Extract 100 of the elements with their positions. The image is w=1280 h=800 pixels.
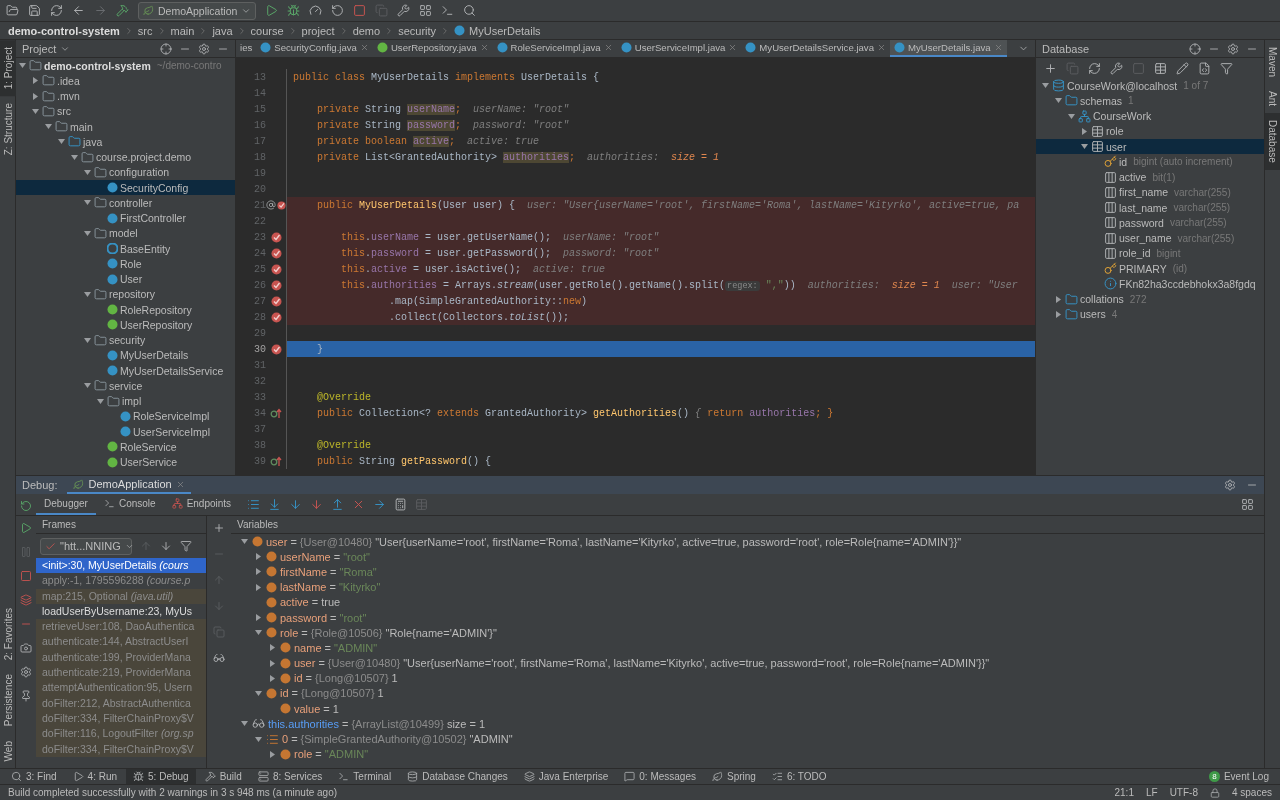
tree-item[interactable]: SecurityConfig <box>16 180 235 196</box>
settings-icon[interactable] <box>198 42 210 55</box>
editor-tab[interactable]: MyUserDetails.java <box>890 40 1007 57</box>
tree-item[interactable]: role <box>1036 123 1264 139</box>
tree-item[interactable]: password varchar(255) <box>1036 215 1264 231</box>
stop-icon[interactable] <box>353 4 367 17</box>
wrench-icon[interactable] <box>1110 61 1123 75</box>
expand-arrow-icon[interactable] <box>254 583 262 591</box>
tool-window-tab[interactable]: Persistence <box>0 667 16 734</box>
expand-arrow-icon[interactable] <box>1054 310 1062 318</box>
tree-item[interactable]: role_id bigint <box>1036 245 1264 261</box>
override-icon[interactable] <box>270 407 282 419</box>
pin-icon[interactable] <box>20 690 32 702</box>
close-icon[interactable] <box>359 43 369 52</box>
step-into-icon[interactable] <box>289 498 303 511</box>
step-out-icon[interactable] <box>331 498 345 511</box>
variable-row[interactable]: lastName = "Kityrko" <box>231 579 1264 595</box>
tool-window-button[interactable]: Spring <box>704 769 763 784</box>
expand-arrow-icon[interactable] <box>254 689 262 697</box>
tree-item[interactable]: configuration <box>16 164 235 180</box>
run-icon[interactable] <box>265 4 279 17</box>
breadcrumb-item[interactable]: MyUserDetails <box>469 24 541 37</box>
breakpoint-icon[interactable] <box>270 311 282 323</box>
status-item[interactable]: UTF-8 <box>1169 787 1198 798</box>
tree-item[interactable]: active bit(1) <box>1036 169 1264 185</box>
breadcrumb-item[interactable]: demo <box>352 24 381 37</box>
variable-row[interactable]: this.authorities = {ArrayList@10499} size = 1 <box>231 716 1264 732</box>
layout-icon[interactable] <box>1241 498 1254 511</box>
wrench-icon[interactable] <box>397 4 411 17</box>
expand-arrow-icon[interactable] <box>268 659 276 667</box>
breadcrumb-item[interactable]: security <box>398 24 437 37</box>
rerun-icon[interactable] <box>20 500 32 512</box>
tree-item[interactable]: Role <box>16 256 235 272</box>
expand-arrow-icon[interactable] <box>254 735 262 743</box>
variable-row[interactable]: value = 1 <box>231 701 1264 717</box>
tree-item[interactable]: MyUserDetailsService <box>16 363 235 379</box>
status-item[interactable]: 4 spaces <box>1231 787 1272 798</box>
close-icon[interactable] <box>175 479 185 489</box>
tree-item[interactable]: BaseEntity <box>16 241 235 257</box>
tree-item[interactable]: RoleRepository <box>16 302 235 318</box>
camera-icon[interactable] <box>20 642 32 654</box>
tool-window-button[interactable]: 4: Run <box>65 769 125 784</box>
tree-item[interactable]: UserRepository <box>16 317 235 333</box>
settings-icon[interactable] <box>20 666 32 678</box>
expand-arrow-icon[interactable] <box>83 229 91 237</box>
locate-icon[interactable] <box>160 42 172 55</box>
tree-item[interactable]: repository <box>16 286 235 302</box>
expand-arrow-icon[interactable] <box>57 138 65 146</box>
expand-arrow-icon[interactable] <box>83 199 91 207</box>
variable-row[interactable]: userName = "root" <box>231 549 1264 565</box>
back-icon[interactable] <box>72 4 85 17</box>
tree-item[interactable]: UserService <box>16 454 235 470</box>
expand-arrow-icon[interactable] <box>240 720 248 728</box>
expand-arrow-icon[interactable] <box>268 674 276 682</box>
variable-row[interactable]: active = true <box>231 594 1264 610</box>
run-configuration-dropdown[interactable]: DemoApplication <box>138 1 257 20</box>
expand-arrow-icon[interactable] <box>1080 143 1088 151</box>
expand-arrow-icon[interactable] <box>1054 97 1062 105</box>
expand-arrow-icon[interactable] <box>268 644 276 652</box>
variable-row[interactable]: password = "root" <box>231 609 1264 626</box>
expand-arrow-icon[interactable] <box>31 92 39 100</box>
expand-arrow-icon[interactable] <box>83 382 91 390</box>
tree-item[interactable]: main <box>16 119 235 135</box>
close-icon[interactable] <box>479 43 489 52</box>
gauge-icon[interactable] <box>309 4 323 17</box>
tool-window-button[interactable]: 3: Find <box>4 769 64 784</box>
status-item[interactable]: 21:1 <box>1114 787 1134 798</box>
editor-tab[interactable]: UserRepository.java <box>372 40 493 57</box>
search-icon[interactable] <box>463 4 477 17</box>
debugger-tab[interactable]: Endpoints <box>163 494 240 515</box>
close-icon[interactable] <box>877 43 886 52</box>
tree-item[interactable]: FirstController <box>16 210 235 226</box>
refresh-icon[interactable] <box>1088 61 1101 75</box>
breadcrumb-item[interactable]: course <box>250 24 284 37</box>
settings-icon[interactable] <box>1227 42 1239 55</box>
expand-arrow-icon[interactable] <box>1041 82 1049 90</box>
debugger-tab[interactable]: Debugger <box>36 494 96 515</box>
tree-item[interactable]: FKn82ha3ccdebhokx3a8fgdq <box>1036 276 1264 292</box>
tool-window-tab[interactable]: 2: Favorites <box>0 601 16 668</box>
expand-arrow-icon[interactable] <box>18 62 26 70</box>
step-over-icon[interactable] <box>268 498 282 511</box>
refresh-icon[interactable] <box>50 4 63 17</box>
run-to-cursor-icon[interactable] <box>373 498 387 511</box>
tool-window-button[interactable]: 5: Debug <box>126 769 196 784</box>
thread-dropdown[interactable]: "htt...NNING <box>40 537 132 555</box>
tool-window-button[interactable]: Build <box>197 769 249 784</box>
tool-window-tab[interactable]: Maven <box>1264 40 1280 84</box>
tree-item[interactable]: User <box>16 271 235 287</box>
expand-arrow-icon[interactable] <box>83 168 91 176</box>
debugger-tab[interactable]: Console <box>95 494 164 515</box>
breadcrumb-item[interactable]: demo-control-system <box>8 24 120 37</box>
expand-arrow-icon[interactable] <box>70 153 78 161</box>
editor-tab[interactable]: ies <box>236 40 257 57</box>
stop-icon[interactable] <box>20 570 32 582</box>
tool-window-button[interactable]: 0: Messages <box>617 769 703 784</box>
terminal-icon[interactable] <box>441 4 455 17</box>
close-icon[interactable] <box>728 43 738 52</box>
tree-item[interactable]: first_name varchar(255) <box>1036 184 1264 200</box>
folder-icon[interactable] <box>6 4 19 17</box>
editor-tab[interactable]: SecurityConfig.java <box>256 40 373 57</box>
